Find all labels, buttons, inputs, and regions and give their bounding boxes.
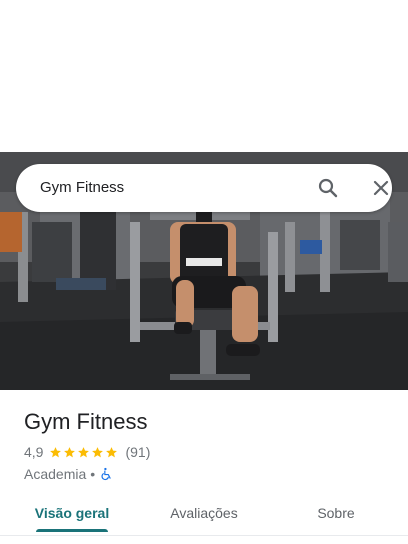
active-tab-indicator — [36, 529, 108, 532]
tab-label: Sobre — [317, 505, 355, 521]
map-blank-area — [0, 0, 408, 152]
review-count[interactable]: (91) — [125, 444, 150, 460]
search-icon[interactable] — [316, 176, 340, 200]
separator-dot: • — [90, 466, 96, 482]
search-bar[interactable]: Gym Fitness — [16, 164, 392, 212]
star-rating — [49, 446, 119, 459]
rating-value: 4,9 — [24, 444, 44, 460]
star-icon — [78, 446, 90, 457]
tab-reviews[interactable]: Avaliações — [144, 496, 264, 532]
place-info: Gym Fitness 4,9 (91) Academia • — [24, 408, 392, 483]
star-icon — [64, 446, 76, 457]
wheelchair-accessible-icon — [101, 467, 111, 481]
star-icon — [106, 446, 118, 457]
category-row: Academia • — [24, 465, 392, 483]
tab-about[interactable]: Sobre — [264, 496, 408, 532]
tab-label: Visão geral — [34, 505, 110, 521]
tab-overview[interactable]: Visão geral — [0, 496, 144, 532]
star-icon — [92, 446, 104, 457]
tabs-divider — [0, 535, 408, 536]
search-input[interactable]: Gym Fitness — [40, 164, 124, 212]
tab-label: Avaliações — [170, 505, 238, 521]
close-icon[interactable] — [369, 176, 393, 200]
place-category: Academia — [24, 466, 87, 482]
tab-bar: Visão geral Avaliações Sobre — [0, 496, 408, 536]
rating-row[interactable]: 4,9 (91) — [24, 443, 392, 461]
place-title: Gym Fitness — [24, 409, 148, 434]
star-icon — [50, 446, 62, 457]
